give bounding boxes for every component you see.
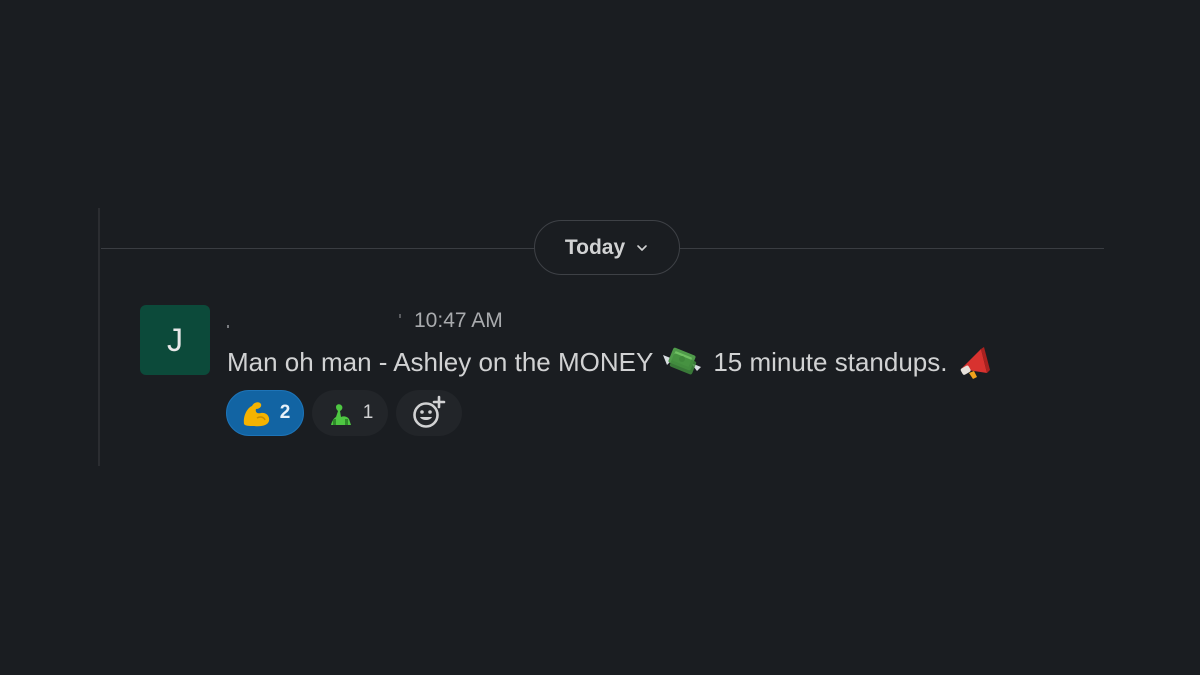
- reaction-count: 1: [362, 402, 374, 423]
- reactions-bar: 2 1: [226, 390, 462, 436]
- avatar[interactable]: J: [140, 305, 210, 375]
- reaction-zombie[interactable]: 1: [312, 390, 388, 436]
- money-with-wings-icon: [663, 347, 702, 375]
- avatar-initial: J: [167, 321, 183, 358]
- add-reaction-button[interactable]: [396, 390, 462, 436]
- chevron-down-icon: [637, 244, 647, 251]
- redaction-edge: [227, 325, 229, 328]
- redaction-edge: [399, 314, 401, 318]
- flexed-biceps-icon: [243, 402, 269, 427]
- message-text: Man oh man - Ashley on the MONEY 15 minu…: [227, 343, 995, 381]
- channel-left-border: [98, 208, 100, 466]
- message-view: Today J 10:47 AM Man oh man - Ashley on …: [0, 0, 1200, 675]
- loudspeaker-icon: [961, 347, 991, 379]
- date-divider-button[interactable]: Today: [534, 220, 680, 275]
- date-label: Today: [564, 235, 626, 259]
- message-text-part: 15 minute standups.: [713, 346, 948, 377]
- reaction-flexed-biceps[interactable]: 2: [226, 390, 304, 436]
- zombie-icon: [330, 404, 351, 425]
- message-timestamp[interactable]: 10:47 AM: [414, 309, 503, 333]
- sender-name-redacted: [228, 318, 403, 332]
- message-text-part: Man oh man - Ashley on the MONEY: [227, 346, 654, 377]
- add-emoji-icon: [413, 395, 446, 428]
- reaction-count: 2: [279, 402, 291, 423]
